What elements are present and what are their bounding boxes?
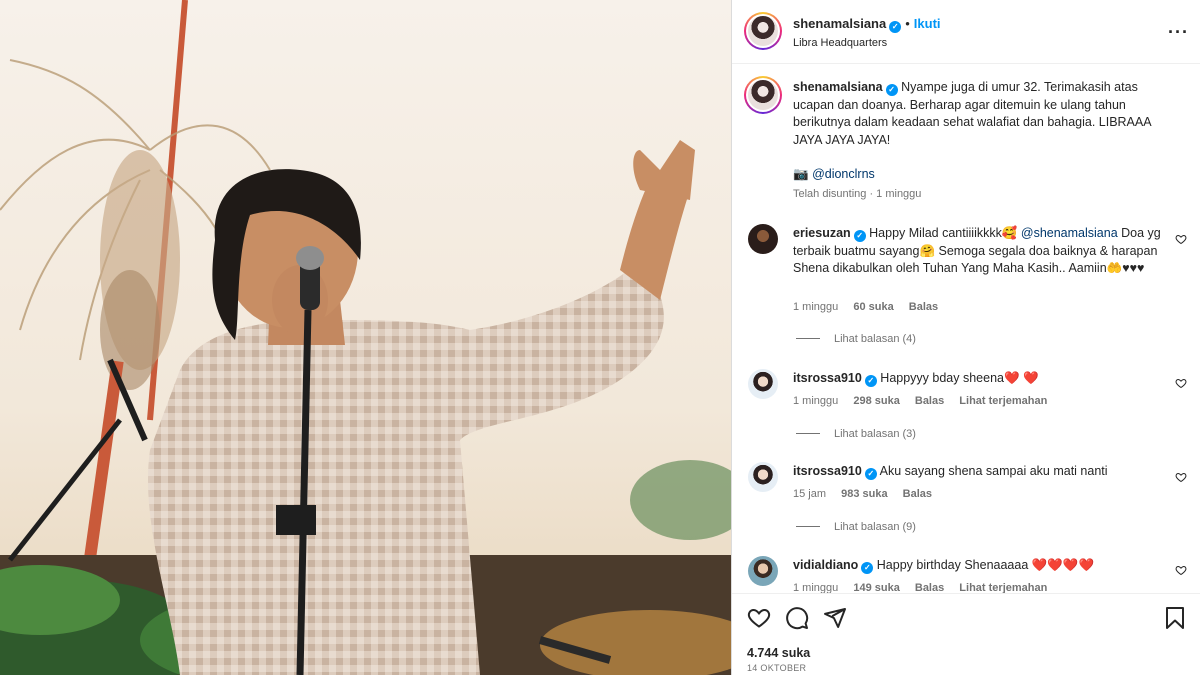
comment-mention[interactable]: @shenamalsiana: [1021, 226, 1118, 240]
comment-text: Happyyy bday sheena❤️ ❤️: [880, 371, 1039, 385]
singer-photo-illustration: [0, 0, 731, 675]
comments-section[interactable]: shenamalsiana ✓ Nyampe juga di umur 32. T…: [732, 65, 1200, 593]
comment-likes[interactable]: 298 suka: [853, 395, 899, 407]
reply-button[interactable]: Balas: [909, 301, 938, 313]
verified-badge-icon: ✓: [889, 21, 902, 33]
caption-text-block: shenamalsiana ✓ Nyampe juga di umur 32. T…: [793, 79, 1173, 184]
see-translation-button[interactable]: Lihat terjemahan: [959, 395, 1047, 407]
verified-badge-icon: ✓: [861, 562, 874, 574]
comment-text-block: itsrossa910 ✓ Happyyy bday sheena❤️ ❤️: [793, 370, 1163, 388]
photo-credit-mention[interactable]: @dionclrns: [812, 167, 875, 181]
comment-likes[interactable]: 983 suka: [841, 488, 887, 500]
bookmark-icon[interactable]: [1164, 606, 1186, 630]
camera-icon: 📷: [793, 167, 809, 182]
comment-like-heart-icon[interactable]: [1175, 233, 1187, 245]
post-date[interactable]: 14 OKTOBER: [747, 663, 806, 673]
header-info: shenamalsiana ✓ • Ikuti Libra Headquarters: [793, 15, 941, 49]
comment-like-heart-icon[interactable]: [1175, 471, 1187, 483]
verified-badge-icon: ✓: [853, 230, 866, 242]
comment-text-block: eriesuzan ✓ Happy Milad cantiiiikkkk🥰 @sh…: [793, 225, 1163, 278]
post-photo[interactable]: [0, 0, 731, 675]
comment-time[interactable]: 1 minggu: [793, 301, 838, 313]
reply-button[interactable]: Balas: [915, 582, 944, 593]
view-replies-button[interactable]: Lihat balasan (3): [796, 428, 916, 440]
comment-likes[interactable]: 149 suka: [853, 582, 899, 593]
comment-meta: 1 minggu 60 suka Balas: [793, 301, 950, 313]
author-username[interactable]: shenamalsiana: [793, 16, 886, 31]
see-translation-button[interactable]: Lihat terjemahan: [959, 582, 1047, 593]
comment-text: Happy birthday Shenaaaaa ❤️❤️❤️❤️: [876, 558, 1095, 572]
caption-author-username[interactable]: shenamalsiana: [793, 80, 883, 94]
comment-text-block: itsrossa910 ✓ Aku sayang shena sampai aku…: [793, 463, 1163, 481]
comment-meta: 1 minggu 298 suka Balas Lihat terjemahan: [793, 395, 1059, 407]
post-location[interactable]: Libra Headquarters: [793, 37, 941, 49]
comment-bubble-icon[interactable]: [785, 606, 809, 630]
more-options-icon[interactable]: ···: [1168, 22, 1189, 43]
caption-author-avatar[interactable]: [744, 76, 782, 114]
post-actions-bar: 4.744 suka 14 OKTOBER: [732, 593, 1200, 675]
author-avatar[interactable]: [744, 12, 782, 50]
send-icon[interactable]: [823, 606, 847, 630]
verified-badge-icon: ✓: [864, 468, 877, 480]
reply-button[interactable]: Balas: [915, 395, 944, 407]
comment-text: Aku sayang shena sampai aku mati nanti: [879, 464, 1108, 478]
verified-badge-icon: ✓: [864, 375, 877, 387]
verified-badge-icon: ✓: [885, 84, 898, 96]
commenter-avatar[interactable]: [748, 556, 778, 586]
post-header: shenamalsiana ✓ • Ikuti Libra Headquarters …: [732, 0, 1200, 64]
comment-time[interactable]: 1 minggu: [793, 395, 838, 407]
commenter-username[interactable]: itsrossa910: [793, 464, 862, 478]
commenter-username[interactable]: itsrossa910: [793, 371, 862, 385]
separator-dot: •: [905, 16, 910, 31]
commenter-avatar[interactable]: [748, 462, 778, 492]
caption-meta: Telah disunting · 1 minggu: [793, 188, 922, 200]
likes-count[interactable]: 4.744 suka: [747, 646, 810, 660]
follow-button[interactable]: Ikuti: [914, 16, 941, 31]
commenter-username[interactable]: eriesuzan: [793, 226, 851, 240]
comment-text: Happy Milad cantiiiikkkk🥰: [869, 226, 1018, 240]
view-replies-button[interactable]: Lihat balasan (9): [796, 521, 916, 533]
comment-meta: 15 jam 983 suka Balas: [793, 488, 944, 500]
reply-button[interactable]: Balas: [903, 488, 932, 500]
view-replies-button[interactable]: Lihat balasan (4): [796, 333, 916, 345]
commenter-username[interactable]: vidialdiano: [793, 558, 858, 572]
comment-likes[interactable]: 60 suka: [853, 301, 893, 313]
commenter-avatar[interactable]: [748, 369, 778, 399]
comment-time[interactable]: 15 jam: [793, 488, 826, 500]
photo-credit: 📷 @dionclrns: [793, 166, 1173, 184]
heart-icon[interactable]: [747, 606, 771, 630]
post-detail-panel: shenamalsiana ✓ • Ikuti Libra Headquarters …: [731, 0, 1200, 675]
comment-meta: 1 minggu 149 suka Balas Lihat terjemahan: [793, 582, 1059, 593]
comment-time[interactable]: 1 minggu: [793, 582, 838, 593]
commenter-avatar[interactable]: [748, 224, 778, 254]
comment-like-heart-icon[interactable]: [1175, 377, 1187, 389]
comment-text-block: vidialdiano ✓ Happy birthday Shenaaaaa ❤️…: [793, 557, 1163, 575]
comment-like-heart-icon[interactable]: [1175, 564, 1187, 576]
